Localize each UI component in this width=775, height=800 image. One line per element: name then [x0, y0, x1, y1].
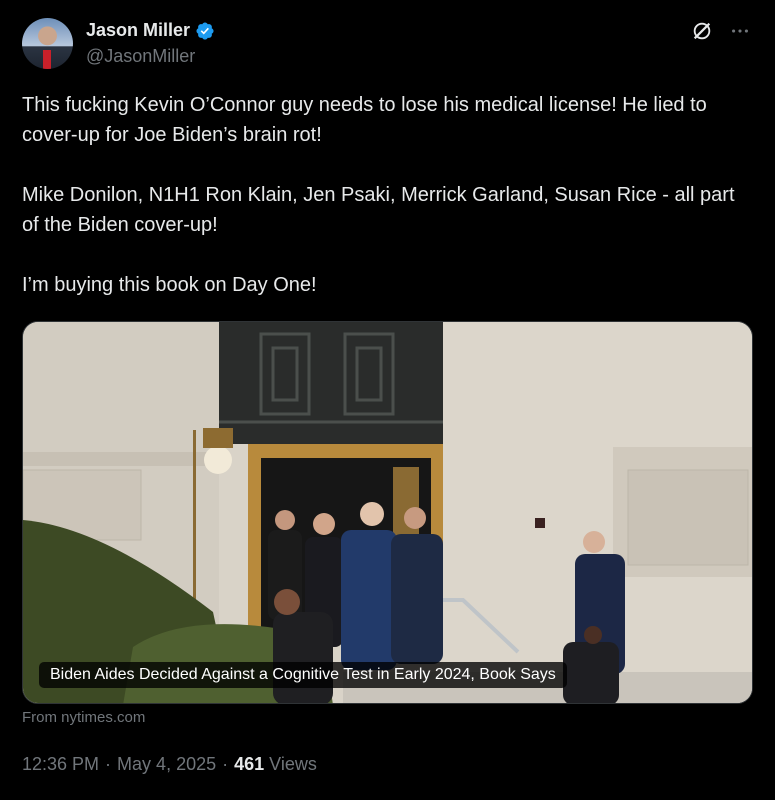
tweet-time[interactable]: 12:36 PM [22, 754, 99, 775]
more-options-icon[interactable] [729, 20, 751, 42]
tweet-paragraph: I’m buying this book on Day One! [22, 274, 317, 296]
tweet-paragraph: This fucking Kevin O’Connor guy needs to… [22, 94, 713, 146]
author-name[interactable]: Jason Miller [86, 20, 190, 41]
top-actions [691, 20, 751, 42]
tweet-date[interactable]: May 4, 2025 [117, 754, 216, 775]
tweet-header: Jason Miller @JasonMiller [22, 18, 757, 70]
verified-badge-icon [196, 21, 214, 40]
grok-icon[interactable] [691, 20, 713, 42]
views-count: 461 [234, 754, 265, 774]
meta-separator: · [105, 754, 112, 774]
link-preview-card[interactable]: Biden Aides Decided Against a Cognitive … [22, 321, 753, 704]
tweet-text: This fucking Kevin O’Connor guy needs to… [22, 90, 752, 330]
card-source[interactable]: From nytimes.com [22, 709, 145, 726]
meta-separator: · [222, 754, 229, 774]
tweet-meta: 12:36 PM · May 4, 2025 · 461 Views [22, 754, 317, 775]
tweet-paragraph: Mike Donilon, N1H1 Ron Klain, Jen Psaki,… [22, 184, 741, 236]
article-photo [23, 322, 752, 703]
author-handle[interactable]: @JasonMiller [86, 46, 195, 67]
avatar[interactable] [22, 18, 73, 69]
views-label: Views [269, 754, 317, 774]
author-name-row: Jason Miller [86, 20, 215, 41]
card-headline[interactable]: Biden Aides Decided Against a Cognitive … [39, 662, 567, 688]
